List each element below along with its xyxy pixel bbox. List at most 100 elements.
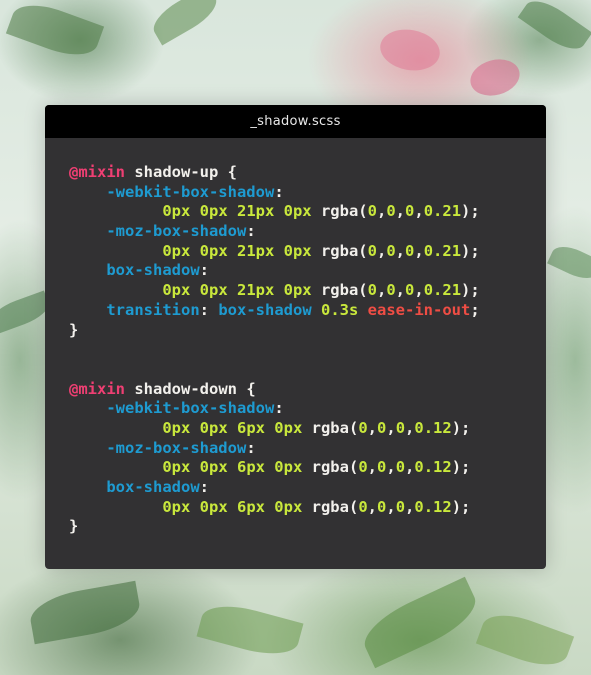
code-token-num: 0 (377, 458, 387, 477)
code-token-prop: box-shadow (218, 300, 312, 319)
code-token-num: 0.12 (414, 418, 452, 437)
foliage-decoration (5, 0, 105, 65)
code-token-prop: box-shadow (106, 478, 200, 496)
code-token-ease: ease-in-out (367, 300, 471, 319)
code-token-plain: } (69, 517, 79, 536)
code-token-prop: -webkit-box-shadow (106, 399, 275, 418)
code-block[interactable]: @mixin shadow-up { -webkit-box-shadow: 0… (69, 163, 480, 537)
code-token-num: 0 (377, 497, 387, 516)
code-token-num: 0px 0px 21px 0px (162, 202, 312, 221)
code-token-num: 0.12 (414, 497, 452, 516)
code-token-num: 0.12 (414, 458, 452, 477)
code-line: -webkit-box-shadow: (69, 399, 480, 419)
code-token-prop: -webkit-box-shadow (106, 182, 275, 201)
code-token-num: 0 (395, 497, 406, 516)
code-token-num: 0 (405, 281, 415, 300)
foliage-decoration (466, 54, 524, 101)
code-token-prop: -moz-box-shadow (106, 222, 247, 241)
code-line: box-shadow: (69, 478, 480, 498)
code-token-plain: , (367, 418, 377, 437)
code-line: } (69, 517, 480, 537)
code-line: 0px 0px 21px 0px rgba(0,0,0,0.21); (69, 241, 480, 262)
code-token-num: 0 (367, 281, 377, 300)
code-token-plain: rgba( (302, 458, 359, 477)
code-token-plain: shadow-down { (125, 379, 256, 398)
code-token-plain: : (199, 261, 209, 280)
code-token-num: 0 (358, 458, 368, 477)
code-token-prop: box-shadow (106, 261, 200, 280)
code-token-plain: , (414, 241, 424, 260)
foliage-decoration (376, 25, 444, 75)
code-token-plain: , (414, 202, 424, 221)
foliage-decoration (547, 240, 591, 285)
code-token-plain: : (246, 222, 256, 241)
code-window: _shadow.scss @mixin shadow-up { -webkit-… (45, 105, 546, 569)
code-line: box-shadow: (69, 261, 480, 281)
code-token-prop: -moz-box-shadow (106, 438, 247, 457)
code-token-num: 0 (405, 202, 415, 221)
code-token-plain: : (274, 182, 284, 201)
code-token-kw: @mixin (69, 163, 125, 181)
code-line: } (69, 321, 480, 341)
code-line: 0px 0px 6px 0px rgba(0,0,0,0.12); (69, 458, 480, 478)
code-token-num: 0 (395, 458, 406, 477)
code-token-plain: , (367, 497, 377, 516)
code-token-plain: ); (451, 418, 471, 437)
code-token-num: 0px 0px 6px 0px (162, 418, 303, 437)
code-token-num: 0 (367, 241, 377, 260)
code-token-num: 0 (377, 418, 387, 437)
code-token-num: 0 (386, 241, 396, 260)
foliage-decoration (147, 0, 223, 46)
code-line: 0px 0px 6px 0px rgba(0,0,0,0.12); (69, 498, 480, 518)
code-token-kw: @mixin (69, 379, 125, 398)
code-token-plain: , (395, 281, 406, 300)
code-token-plain: , (376, 202, 387, 221)
foliage-decoration (517, 0, 591, 58)
code-token-plain: , (386, 418, 396, 437)
code-token-plain: ); (461, 241, 480, 260)
code-token-plain: rgba( (302, 497, 359, 516)
code-token-plain: , (367, 458, 377, 477)
code-token-plain: , (376, 241, 387, 260)
code-token-plain: , (405, 497, 415, 516)
code-token-prop: transition (106, 300, 200, 319)
code-token-num: 0px 0px 6px 0px (162, 458, 303, 477)
code-line: 0px 0px 21px 0px rgba(0,0,0,0.21); (69, 281, 479, 301)
foliage-decoration (196, 597, 304, 663)
code-line: transition: box-shadow 0.3s ease-in-out; (69, 301, 480, 321)
code-token-num: 0.21 (423, 241, 462, 260)
code-token-plain: : (199, 478, 209, 496)
code-token-num: 0px 0px 21px 0px (162, 281, 312, 300)
code-token-plain: , (395, 241, 406, 260)
code-line: 0px 0px 21px 0px rgba(0,0,0,0.21); (69, 202, 479, 222)
code-token-plain: , (386, 497, 396, 516)
code-token-plain: : (274, 399, 284, 418)
code-token-num: 0.21 (423, 281, 462, 300)
code-token-plain: , (395, 202, 406, 221)
code-token-plain: shadow-up { (125, 163, 237, 181)
code-token-plain: , (376, 281, 387, 300)
code-token-num: 0.21 (423, 202, 462, 221)
code-token-num: 0 (358, 497, 368, 516)
code-token-plain: rgba( (302, 418, 359, 437)
code-token-plain: ); (451, 497, 471, 516)
code-token-plain: rgba( (311, 241, 368, 260)
code-token-num: 0 (358, 418, 368, 437)
code-line: 0px 0px 6px 0px rgba(0,0,0,0.12); (69, 419, 480, 439)
foliage-decoration (26, 580, 144, 645)
code-line: @mixin shadow-down { (69, 380, 480, 400)
code-token-plain: rgba( (311, 202, 368, 221)
